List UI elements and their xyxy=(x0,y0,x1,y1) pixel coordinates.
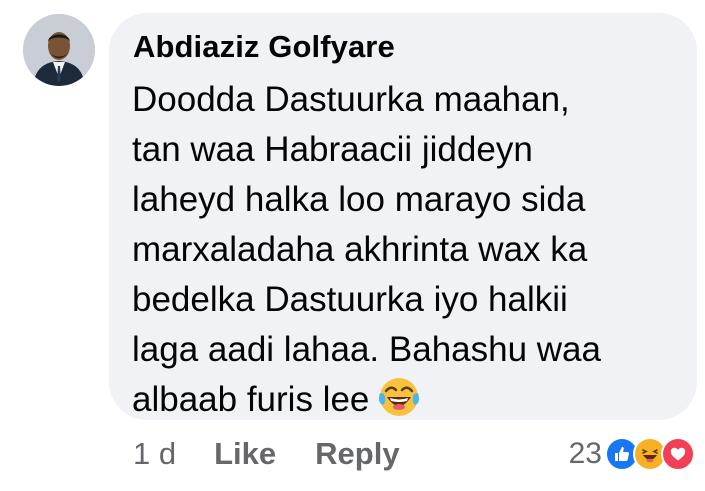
reaction-count: 23 xyxy=(568,437,602,470)
comment-last-line: albaab furis lee xyxy=(132,375,677,425)
comment-line: laga aadi lahaa. Bahashu waa xyxy=(132,330,601,369)
comment-timestamp[interactable]: 1 d xyxy=(133,432,176,476)
comment-author[interactable]: Abdiaziz Golfyare xyxy=(133,29,395,65)
comment-line-text: albaab furis lee xyxy=(132,380,370,419)
comment-line: bedelka Dastuurka iyo halkii xyxy=(132,280,568,319)
comment-line: tan waa Habraacii jiddeyn xyxy=(132,130,533,169)
comment-line: Doodda Dastuurka maahan, xyxy=(132,80,570,119)
laughing-tears-emoji-icon xyxy=(379,378,420,416)
reply-button[interactable]: Reply xyxy=(315,432,399,476)
comment-line: laheyd halka loo marayo sida xyxy=(132,180,586,219)
avatar[interactable] xyxy=(23,14,95,86)
reaction-summary[interactable]: 23 xyxy=(569,432,695,476)
profile-photo xyxy=(23,14,95,86)
reaction-icons xyxy=(605,437,695,471)
like-button[interactable]: Like xyxy=(214,432,276,476)
comment-bubble: Abdiaziz Golfyare Doodda Dastuurka maaha… xyxy=(109,13,697,420)
comment-text: Doodda Dastuurka maahan, tan waa Habraac… xyxy=(132,75,677,425)
comment-actions: 1 d Like Reply xyxy=(133,432,400,476)
love-reaction-icon xyxy=(661,437,695,471)
comment-line: marxaladaha akhrinta wax ka xyxy=(132,230,588,269)
